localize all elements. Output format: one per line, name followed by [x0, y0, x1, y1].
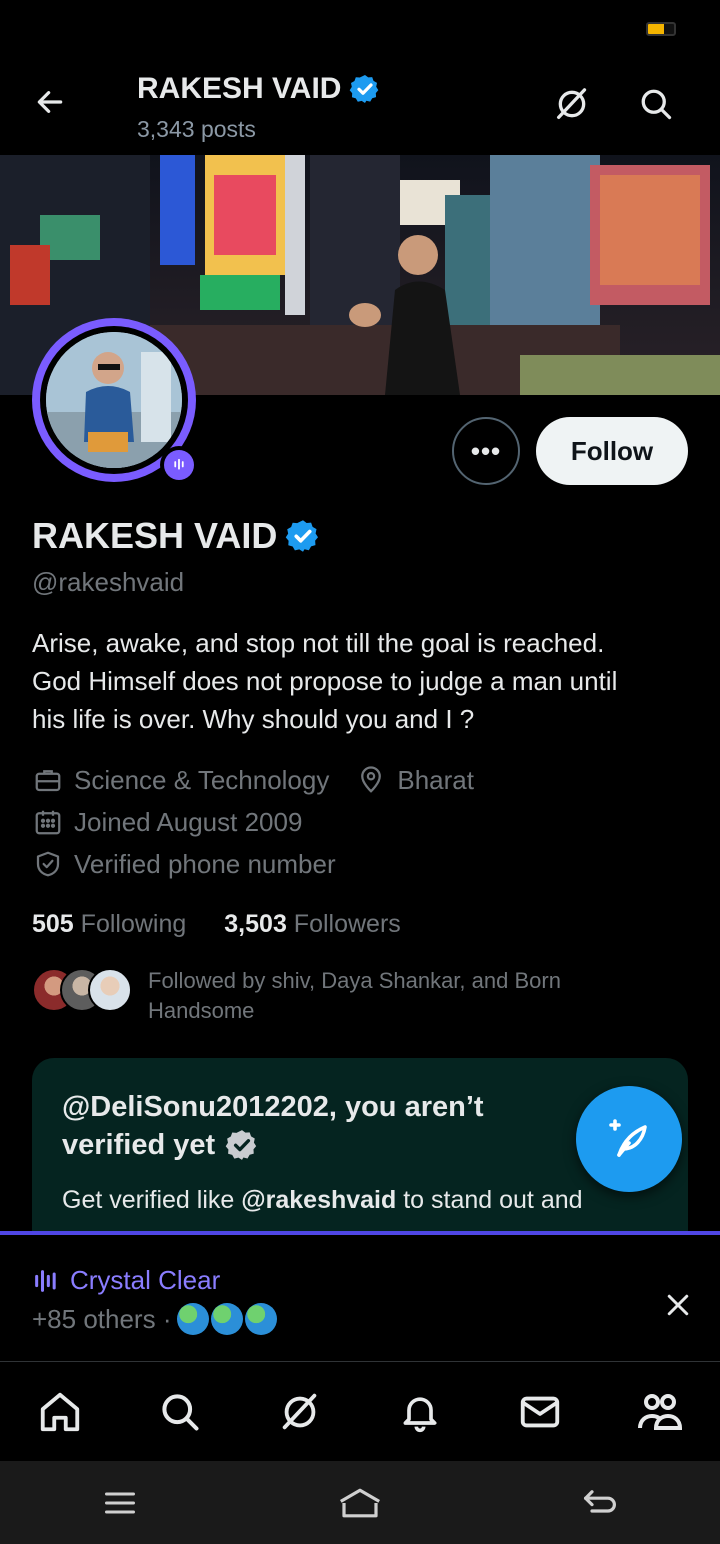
nav-search[interactable] — [150, 1382, 210, 1442]
followers-label: Followers — [293, 910, 401, 938]
compose-feather-icon — [609, 1119, 647, 1157]
follow-button[interactable]: Follow — [536, 417, 688, 485]
following-count: 505 — [32, 910, 74, 938]
bio-line: his life is over. Why should you and I ? — [32, 704, 475, 734]
profile-meta-row: Science & Technology Bharat — [32, 764, 500, 796]
follow-stats: 505 Following 3,503 Followers — [32, 910, 401, 939]
verified-badge-icon — [225, 1130, 257, 1160]
bottom-navigation — [0, 1361, 720, 1461]
listener-avatar — [245, 1303, 278, 1335]
nav-notifications[interactable] — [390, 1382, 450, 1442]
system-navigation-bar — [0, 1461, 720, 1544]
space-listeners: +85 others · — [32, 1303, 278, 1335]
follower-avatar — [88, 968, 132, 1012]
nav-communities[interactable] — [630, 1382, 690, 1442]
space-mini-player[interactable]: Crystal Clear +85 others · — [0, 1231, 720, 1361]
grok-icon — [282, 1393, 317, 1429]
bio-line: Arise, awake, and stop not till the goal… — [32, 628, 605, 658]
joined-row: Joined August 2009 — [32, 806, 328, 838]
promo-body: Get verified like @rakeshvaid to stand o… — [62, 1182, 682, 1218]
people-icon — [638, 1393, 683, 1430]
promo-title: @DeliSonu2012202, you aren’t verified ye… — [62, 1088, 582, 1164]
verified-badge-icon — [350, 75, 379, 103]
grok-button[interactable] — [550, 82, 594, 126]
live-space-badge[interactable] — [160, 446, 198, 484]
microphone-icon — [174, 458, 184, 470]
close-icon — [667, 1294, 689, 1316]
profile-name-row: RAKESH VAID — [32, 515, 321, 557]
profile-header: RAKESH VAID 3,343 posts — [0, 58, 720, 154]
home-system-button[interactable] — [330, 1478, 390, 1528]
location-item: Bharat — [355, 764, 474, 796]
header-title: RAKESH VAID — [137, 72, 381, 106]
audio-bars-icon — [35, 1269, 56, 1292]
back-arrow-icon — [583, 1489, 616, 1513]
following-label: Following — [80, 910, 187, 938]
posts-count: 3,343 posts — [137, 116, 256, 142]
back-button[interactable] — [28, 80, 72, 124]
avatar-image — [46, 332, 182, 468]
home-outline-icon — [339, 1488, 381, 1517]
category-item: Science & Technology — [32, 764, 329, 796]
followers-link[interactable]: 3,503 Followers — [224, 910, 401, 939]
status-bar — [0, 0, 720, 58]
promo-body-handle: @rakeshvaid — [241, 1186, 397, 1214]
briefcase-icon — [35, 770, 61, 792]
bell-icon — [403, 1396, 437, 1432]
nav-home[interactable] — [30, 1382, 90, 1442]
search-icon — [162, 1393, 199, 1431]
followers-count: 3,503 — [224, 910, 287, 938]
more-options-button[interactable]: ••• — [452, 417, 520, 485]
arrow-left-icon — [37, 91, 63, 113]
space-title-row: Crystal Clear — [32, 1265, 220, 1296]
back-system-button[interactable] — [570, 1478, 630, 1528]
space-title: Crystal Clear — [70, 1265, 221, 1295]
promo-title-line: verified yet — [62, 1129, 216, 1161]
bio-line: God Himself does not propose to judge a … — [32, 666, 618, 696]
profile-handle: @rakeshvaid — [32, 567, 185, 597]
shield-check-icon — [36, 851, 60, 877]
promo-body-text: Get verified like — [62, 1186, 242, 1214]
following-link[interactable]: 505 Following — [32, 910, 186, 939]
calendar-icon — [35, 810, 61, 835]
nav-grok[interactable] — [270, 1382, 330, 1442]
menu-icon — [105, 1492, 135, 1513]
category-text: Science & Technology — [74, 764, 330, 795]
listener-avatar — [211, 1303, 244, 1335]
followed-by-text[interactable]: Followed by shiv, Daya Shankar, and Born… — [148, 966, 648, 1026]
promo-title-line: @DeliSonu2012202, you aren’t — [62, 1091, 484, 1123]
recent-apps-button[interactable] — [90, 1478, 150, 1528]
followed-by-avatars[interactable] — [32, 968, 132, 1014]
listener-avatar — [177, 1303, 210, 1335]
promo-body-text: to stand out and — [396, 1186, 583, 1214]
listeners-text: +85 others · — [32, 1303, 172, 1334]
home-icon — [40, 1392, 80, 1431]
header-name: RAKESH VAID — [137, 72, 342, 105]
search-button[interactable] — [634, 82, 678, 126]
compose-post-button[interactable] — [576, 1086, 682, 1192]
close-space-button[interactable] — [660, 1287, 696, 1323]
location-text: Bharat — [397, 764, 474, 795]
battery-icon — [646, 22, 676, 36]
verified-phone-text: Verified phone number — [74, 848, 336, 879]
grok-icon — [557, 88, 587, 120]
joined-text: Joined August 2009 — [74, 806, 303, 837]
profile-bio: Arise, awake, and stop not till the goal… — [32, 624, 692, 738]
mail-icon — [520, 1396, 560, 1427]
location-pin-icon — [361, 766, 382, 793]
profile-name: RAKESH VAID — [32, 515, 278, 556]
more-dots-icon: ••• — [470, 435, 502, 466]
verified-phone-row: Verified phone number — [32, 848, 362, 880]
search-icon — [641, 89, 672, 120]
verified-badge-icon[interactable] — [285, 518, 321, 554]
nav-messages[interactable] — [510, 1382, 570, 1442]
